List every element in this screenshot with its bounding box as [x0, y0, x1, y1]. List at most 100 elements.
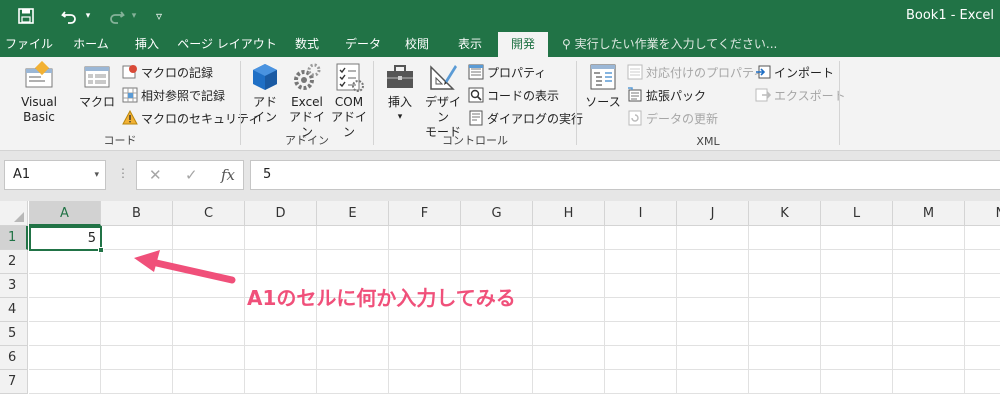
cell-k4[interactable] [749, 298, 821, 322]
cell-n7[interactable] [965, 370, 1000, 394]
cell-g2[interactable] [461, 250, 533, 274]
cell-d6[interactable] [245, 346, 317, 370]
cell-h7[interactable] [533, 370, 605, 394]
column-header-f[interactable]: F [389, 201, 461, 226]
design-mode-button[interactable]: デザイン モード [420, 61, 466, 140]
tab-home[interactable]: ホーム [62, 32, 120, 57]
cell-e6[interactable] [317, 346, 389, 370]
cell-h4[interactable] [533, 298, 605, 322]
tab-insert[interactable]: 挿入 [124, 32, 170, 57]
cell-h2[interactable] [533, 250, 605, 274]
undo-icon[interactable] [58, 0, 80, 32]
column-header-h[interactable]: H [533, 201, 605, 226]
excel-addin-button[interactable]: Excel アドイン [287, 61, 327, 140]
cell-h1[interactable] [533, 226, 605, 250]
view-code-button[interactable]: コードの表示 [468, 85, 559, 105]
redo-icon[interactable] [106, 0, 128, 32]
cell-f6[interactable] [389, 346, 461, 370]
row-header-5[interactable]: 5 [0, 322, 28, 346]
cell-n1[interactable] [965, 226, 1000, 250]
cell-d2[interactable] [245, 250, 317, 274]
cell-n5[interactable] [965, 322, 1000, 346]
cell-c4[interactable] [173, 298, 245, 322]
column-header-i[interactable]: I [605, 201, 677, 226]
cell-l3[interactable] [821, 274, 893, 298]
cell-c7[interactable] [173, 370, 245, 394]
addin-button[interactable]: アド イン [247, 61, 283, 125]
cell-d5[interactable] [245, 322, 317, 346]
cell-a5[interactable] [29, 322, 101, 346]
cell-j4[interactable] [677, 298, 749, 322]
cell-m6[interactable] [893, 346, 965, 370]
cancel-icon[interactable]: ✕ [149, 161, 162, 189]
cell-k2[interactable] [749, 250, 821, 274]
xml-export-button[interactable]: エクスポート [755, 85, 846, 105]
cell-i7[interactable] [605, 370, 677, 394]
cell-l6[interactable] [821, 346, 893, 370]
refresh-data-button[interactable]: データの更新 [627, 108, 718, 128]
undo-dropdown-icon[interactable]: ▾ [82, 0, 94, 32]
cell-a3[interactable] [29, 274, 101, 298]
insert-function-icon[interactable]: fx [221, 161, 235, 189]
column-header-d[interactable]: D [245, 201, 317, 226]
cell-j6[interactable] [677, 346, 749, 370]
cell-g1[interactable] [461, 226, 533, 250]
cell-a6[interactable] [29, 346, 101, 370]
row-header-4[interactable]: 4 [0, 298, 28, 322]
tab-data[interactable]: データ [336, 32, 390, 57]
column-header-k[interactable]: K [749, 201, 821, 226]
row-header-2[interactable]: 2 [0, 250, 28, 274]
cell-b6[interactable] [101, 346, 173, 370]
cell-l1[interactable] [821, 226, 893, 250]
cell-f5[interactable] [389, 322, 461, 346]
xml-source-button[interactable]: ソース [583, 61, 623, 110]
column-header-n[interactable]: N [965, 201, 1000, 226]
redo-dropdown-icon[interactable]: ▾ [128, 0, 140, 32]
com-addin-button[interactable]: COM アドイン [329, 61, 369, 140]
row-header-7[interactable]: 7 [0, 370, 28, 394]
cell-g5[interactable] [461, 322, 533, 346]
cell-h5[interactable] [533, 322, 605, 346]
formula-bar-grip-icon[interactable]: ⋮ [117, 166, 129, 180]
cell-j1[interactable] [677, 226, 749, 250]
tab-formulas[interactable]: 数式 [284, 32, 330, 57]
cell-c5[interactable] [173, 322, 245, 346]
save-icon[interactable] [14, 0, 38, 32]
cell-n3[interactable] [965, 274, 1000, 298]
tab-view[interactable]: 表示 [448, 32, 492, 57]
run-dialog-button[interactable]: ダイアログの実行 [468, 108, 583, 128]
row-header-3[interactable]: 3 [0, 274, 28, 298]
insert-control-button[interactable]: 挿入 ▾ [382, 61, 418, 125]
cell-l4[interactable] [821, 298, 893, 322]
name-box[interactable]: A1 ▾ [4, 160, 106, 190]
cell-d7[interactable] [245, 370, 317, 394]
enter-icon[interactable]: ✓ [185, 161, 198, 189]
cell-j7[interactable] [677, 370, 749, 394]
fill-handle[interactable] [98, 247, 104, 253]
select-all-button[interactable] [0, 201, 28, 226]
cell-n2[interactable] [965, 250, 1000, 274]
cell-m7[interactable] [893, 370, 965, 394]
cell-h6[interactable] [533, 346, 605, 370]
row-header-1[interactable]: 1 [0, 226, 28, 250]
xml-import-button[interactable]: インポート [755, 62, 834, 82]
cell-f2[interactable] [389, 250, 461, 274]
cell-a2[interactable] [29, 250, 101, 274]
expansion-packs-button[interactable]: 拡張パック [627, 85, 706, 105]
properties-button[interactable]: プロパティ [468, 62, 546, 82]
cell-e1[interactable] [317, 226, 389, 250]
cell-n4[interactable] [965, 298, 1000, 322]
cell-c6[interactable] [173, 346, 245, 370]
cell-k6[interactable] [749, 346, 821, 370]
cell-l7[interactable] [821, 370, 893, 394]
cell-b7[interactable] [101, 370, 173, 394]
column-header-m[interactable]: M [893, 201, 965, 226]
cell-a4[interactable] [29, 298, 101, 322]
cell-l2[interactable] [821, 250, 893, 274]
cell-j2[interactable] [677, 250, 749, 274]
cell-k3[interactable] [749, 274, 821, 298]
cell-k1[interactable] [749, 226, 821, 250]
cell-m1[interactable] [893, 226, 965, 250]
record-macro-button[interactable]: マクロの記録 [122, 62, 213, 82]
tab-review[interactable]: 校閲 [396, 32, 438, 57]
